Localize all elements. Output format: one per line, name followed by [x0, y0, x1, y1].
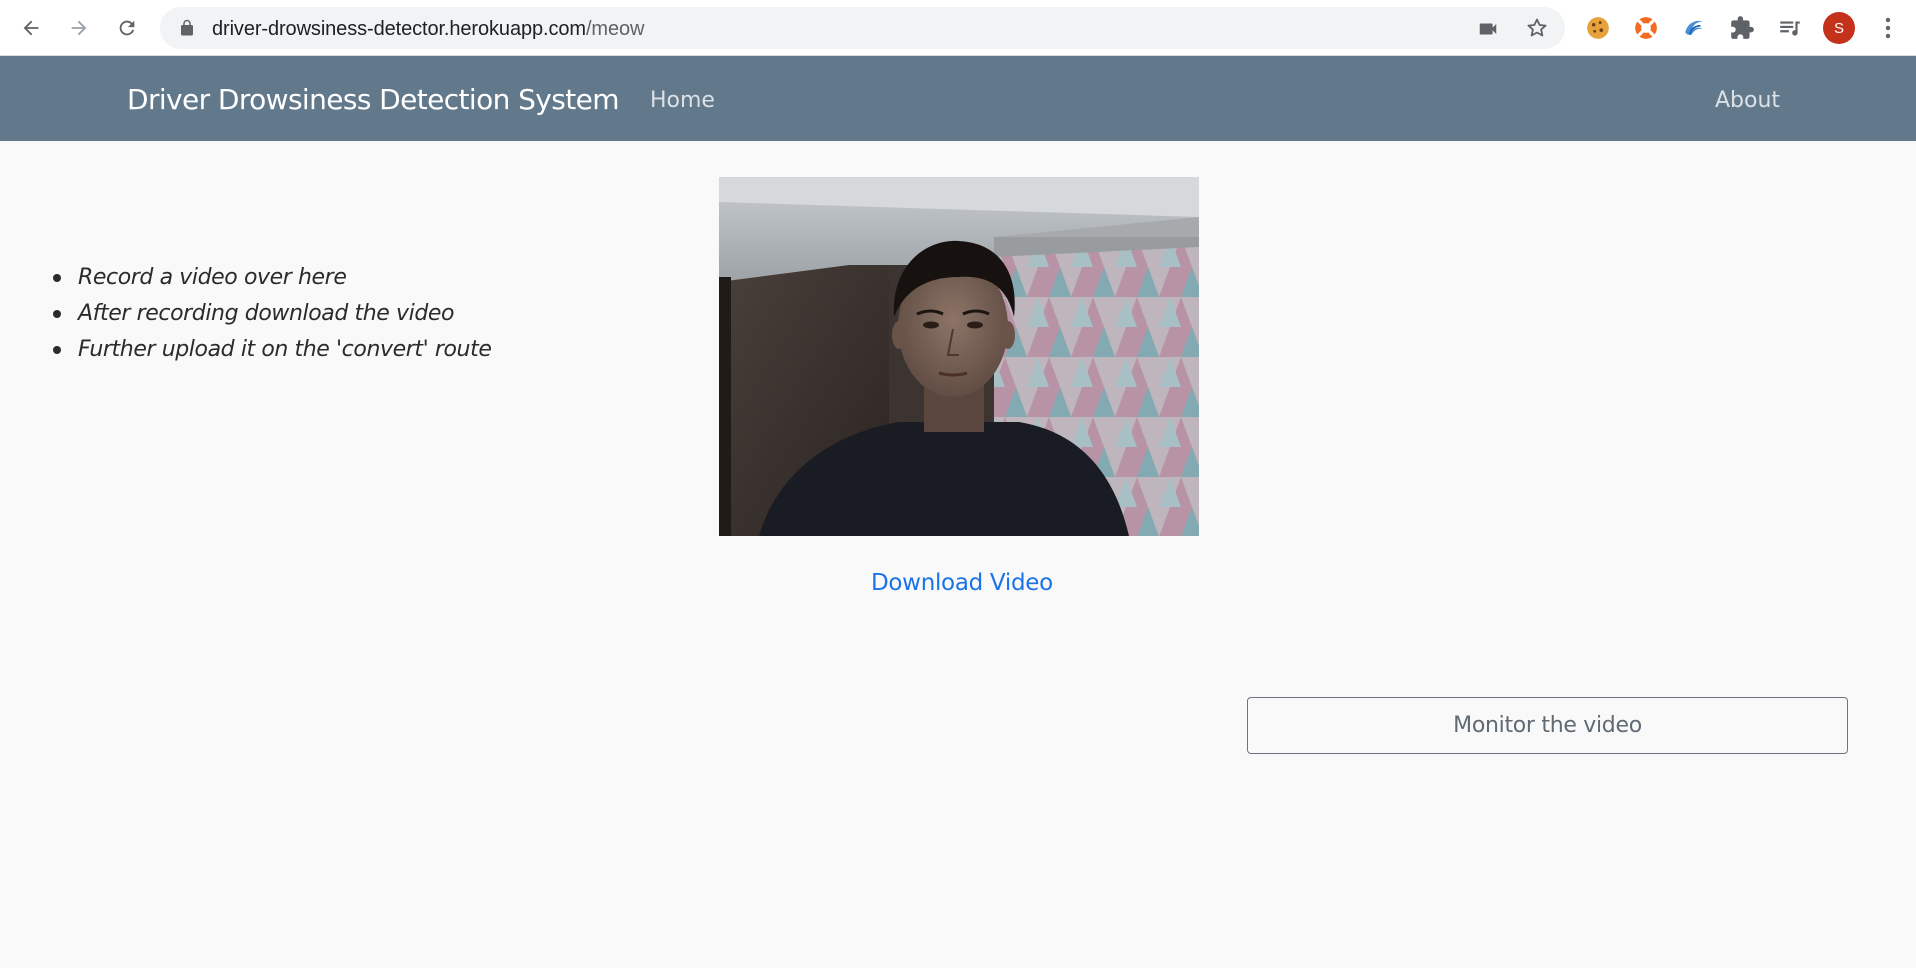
list-item: After recording download the video — [48, 296, 491, 332]
url-path: /meow — [585, 18, 645, 40]
site-navbar: Driver Drowsiness Detection System Home … — [0, 56, 1916, 141]
forward-button[interactable] — [61, 10, 97, 46]
more-menu-icon[interactable] — [1876, 14, 1900, 42]
monitor-video-button[interactable]: Monitor the video — [1247, 697, 1848, 754]
list-item: Further upload it on the 'convert' route — [48, 332, 492, 368]
bullet-icon — [53, 346, 61, 354]
webcam-frame — [719, 177, 1199, 536]
back-arrow-icon — [23, 20, 39, 36]
instruction-text: Further upload it on the 'convert' route — [78, 337, 492, 362]
navbar-brand[interactable]: Driver Drowsiness Detection System — [127, 83, 620, 116]
address-bar[interactable]: driver-drowsiness-detector.herokuapp.com… — [160, 7, 1565, 49]
nav-link-home[interactable]: Home — [650, 88, 715, 113]
url-host: driver-drowsiness-detector.herokuapp.com — [212, 18, 586, 40]
bookmark-star-icon[interactable] — [1525, 16, 1549, 40]
instructions-list: Record a video over here After recording… — [48, 260, 492, 368]
back-button[interactable] — [13, 10, 49, 46]
download-video-link[interactable]: Download Video — [871, 570, 1053, 596]
lifebuoy-extension-icon[interactable] — [1631, 13, 1661, 43]
extensions-puzzle-icon[interactable] — [1727, 13, 1757, 43]
nav-link-about[interactable]: About — [1715, 88, 1780, 113]
profile-avatar[interactable]: S — [1823, 12, 1855, 44]
reload-icon — [119, 20, 135, 36]
url-text: driver-drowsiness-detector.herokuapp.com… — [212, 18, 644, 41]
lock-icon — [181, 19, 193, 36]
webcam-video[interactable] — [719, 177, 1199, 536]
browser-toolbar: driver-drowsiness-detector.herokuapp.com… — [0, 0, 1916, 56]
media-queue-icon[interactable] — [1775, 13, 1805, 43]
bullet-icon — [53, 310, 61, 318]
camera-in-use-icon[interactable] — [1477, 18, 1499, 40]
swirl-extension-icon[interactable] — [1679, 13, 1709, 43]
instruction-text: After recording download the video — [78, 301, 455, 326]
forward-arrow-icon — [71, 20, 87, 36]
bullet-icon — [53, 274, 61, 282]
list-item: Record a video over here — [48, 260, 491, 296]
cookie-extension-icon[interactable] — [1583, 13, 1613, 43]
reload-button[interactable] — [109, 10, 145, 46]
instruction-text: Record a video over here — [78, 265, 347, 290]
